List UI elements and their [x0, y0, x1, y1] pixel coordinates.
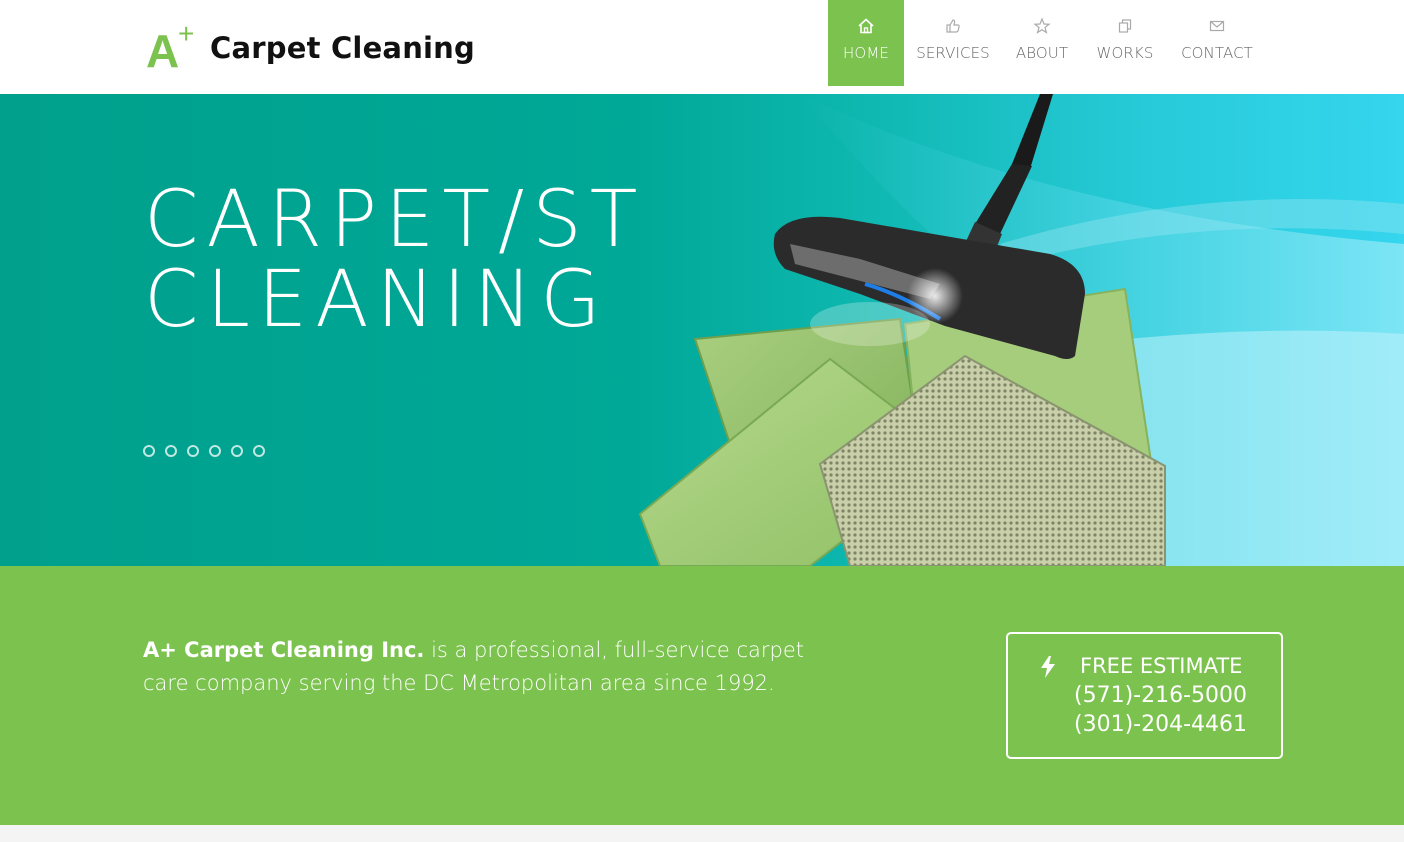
site-header: A + Carpet Cleaning HOME SERVICES ABOUT W… [0, 0, 1404, 94]
slider-dot[interactable] [231, 445, 243, 457]
hero-slider: CARPET/ST CLEANING [0, 94, 1404, 566]
hero-title-line: CARPET/ST [144, 175, 646, 265]
nav-label: ABOUT [1015, 44, 1069, 62]
nav-item-services[interactable]: SERVICES [904, 0, 1002, 86]
hero-title-line: CLEANING [144, 255, 609, 345]
nav-item-home[interactable]: HOME [828, 0, 904, 86]
logo-text: Carpet Cleaning [210, 31, 475, 65]
free-estimate-label: FREE ESTIMATE [1080, 654, 1243, 678]
slider-dot[interactable] [165, 445, 177, 457]
nav-item-about[interactable]: ABOUT [1002, 0, 1082, 86]
main-nav: HOME SERVICES ABOUT WORKS CONTACT [828, 0, 1266, 86]
nav-label: WORKS [1096, 44, 1154, 62]
page-bottom-strip [0, 825, 1404, 842]
nav-item-works[interactable]: WORKS [1082, 0, 1168, 86]
nav-item-contact[interactable]: CONTACT [1168, 0, 1266, 86]
free-estimate-box[interactable]: FREE ESTIMATE (571)-216-5000 (301)-204-4… [1006, 632, 1283, 759]
company-name: A+ Carpet Cleaning Inc. [143, 638, 425, 662]
intro-section: A+ Carpet Cleaning Inc. is a professiona… [0, 566, 1404, 825]
site-logo[interactable]: A + Carpet Cleaning [146, 18, 475, 77]
copy-icon [1118, 19, 1132, 33]
nav-label: HOME [843, 44, 889, 62]
slider-dot[interactable] [209, 445, 221, 457]
home-icon [858, 18, 874, 34]
slider-dot[interactable] [187, 445, 199, 457]
nav-label: SERVICES [916, 44, 990, 62]
phone-number[interactable]: (571)-216-5000 [1074, 683, 1247, 708]
hero-title: CARPET/ST CLEANING [144, 180, 645, 340]
intro-text: A+ Carpet Cleaning Inc. is a professiona… [143, 634, 843, 700]
bolt-icon [1041, 656, 1055, 678]
envelope-icon [1209, 20, 1225, 32]
slider-dot[interactable] [143, 445, 155, 457]
nav-label: CONTACT [1181, 44, 1253, 62]
slider-dot[interactable] [253, 445, 265, 457]
slider-pagination [143, 445, 265, 457]
star-icon [1033, 17, 1051, 34]
logo-mark: A + [146, 18, 195, 77]
thumbs-up-icon [946, 19, 960, 33]
phone-number[interactable]: (301)-204-4461 [1074, 712, 1247, 737]
